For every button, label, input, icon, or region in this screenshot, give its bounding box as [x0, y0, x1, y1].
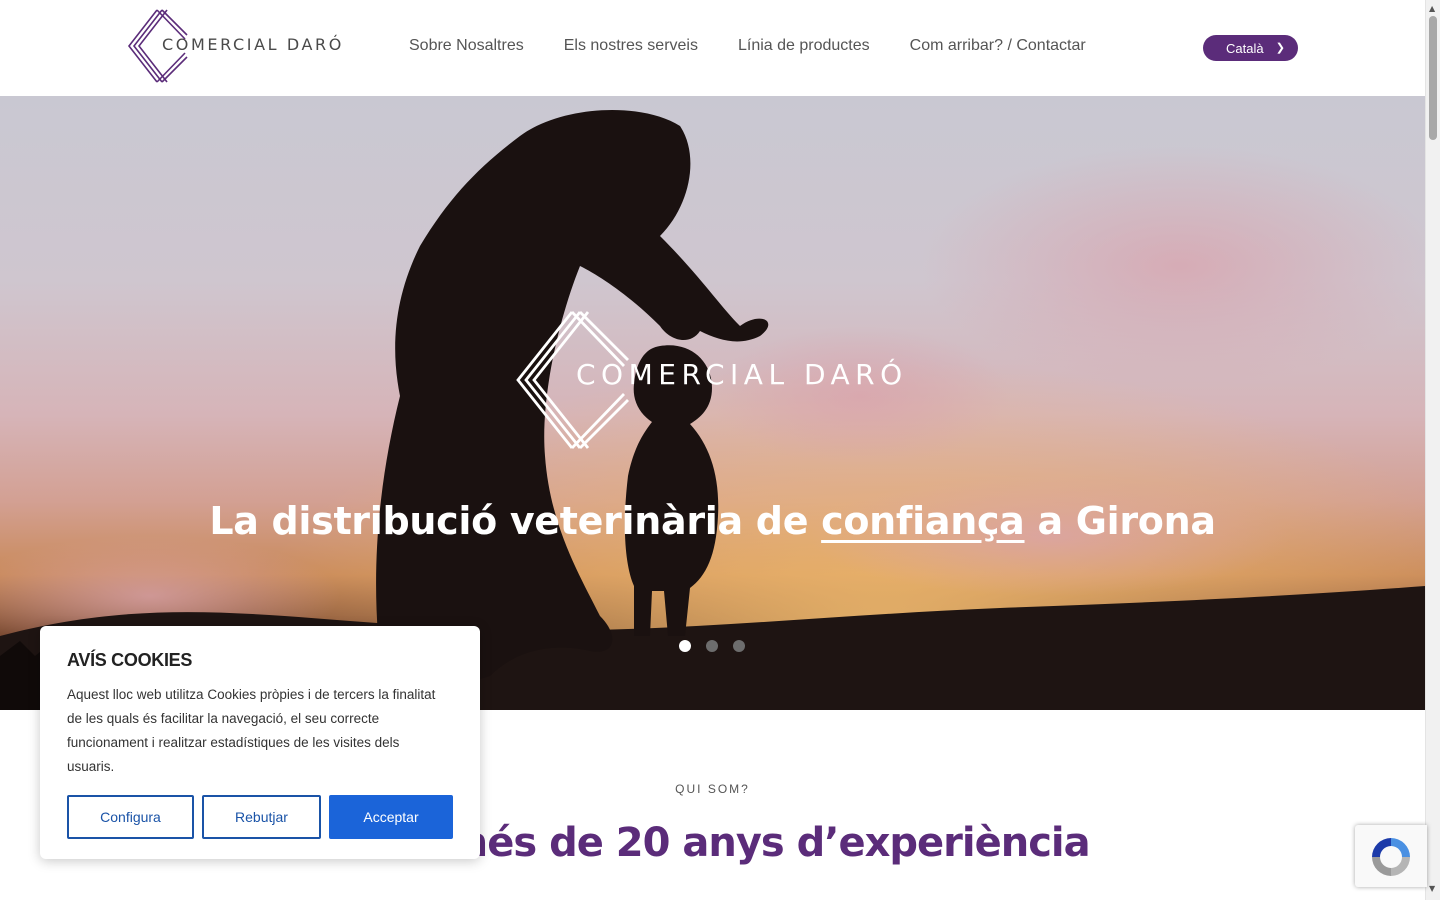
- scroll-down-icon[interactable]: ▼: [1429, 884, 1435, 893]
- slider-dots: [679, 640, 745, 652]
- site-logo[interactable]: COMERCIAL DARÓ: [127, 9, 342, 83]
- recaptcha-icon: [1372, 838, 1410, 876]
- cookie-text: Aquest lloc web utilitza Cookies pròpies…: [67, 687, 436, 774]
- recaptcha-badge[interactable]: [1355, 825, 1427, 887]
- cookie-accept-button[interactable]: Acceptar: [329, 795, 453, 839]
- nav-sobre-nosaltres[interactable]: Sobre Nosaltres: [409, 37, 524, 55]
- language-label: Català: [1226, 40, 1264, 56]
- hero-title: La distribució veterinària de confiança …: [0, 499, 1425, 543]
- slider-dot-2[interactable]: [706, 640, 718, 652]
- slider-dot-1[interactable]: [679, 640, 691, 652]
- page-scrollbar[interactable]: ▲ ▼: [1425, 0, 1440, 900]
- language-selector[interactable]: Català ❯: [1203, 35, 1298, 61]
- hero-slider: COMERCIAL DARÓ La distribució veterinàri…: [0, 96, 1425, 710]
- cookie-configure-button[interactable]: Configura: [67, 795, 194, 839]
- cookie-notice: AVÍS COOKIES Aquest lloc web utilitza Co…: [40, 626, 480, 859]
- hero-title-start: La distribució veterinària de: [209, 499, 822, 543]
- hero-title-end: a Girona: [1024, 499, 1216, 543]
- logo-text: COMERCIAL DARÓ: [162, 35, 344, 54]
- site-header: COMERCIAL DARÓ Sobre Nosaltres Els nostr…: [0, 0, 1425, 96]
- cookie-title: AVÍS COOKIES: [67, 650, 193, 670]
- scroll-up-icon[interactable]: ▲: [1429, 4, 1435, 13]
- hero-logo: COMERCIAL DARÓ: [512, 310, 912, 450]
- hero-logo-text: COMERCIAL DARÓ: [576, 358, 908, 391]
- chevron-down-icon: ❯: [1275, 42, 1285, 54]
- slider-dot-3[interactable]: [733, 640, 745, 652]
- nav-serveis[interactable]: Els nostres serveis: [564, 37, 698, 55]
- cookie-reject-button[interactable]: Rebutjar: [202, 795, 321, 839]
- main-nav: Sobre Nosaltres Els nostres serveis Líni…: [409, 37, 1086, 55]
- nav-contactar[interactable]: Com arribar? / Contactar: [910, 37, 1086, 55]
- scrollbar-thumb[interactable]: [1429, 16, 1437, 140]
- hero-title-emphasis: confiança: [821, 499, 1025, 543]
- nav-productes[interactable]: Línia de productes: [738, 37, 870, 55]
